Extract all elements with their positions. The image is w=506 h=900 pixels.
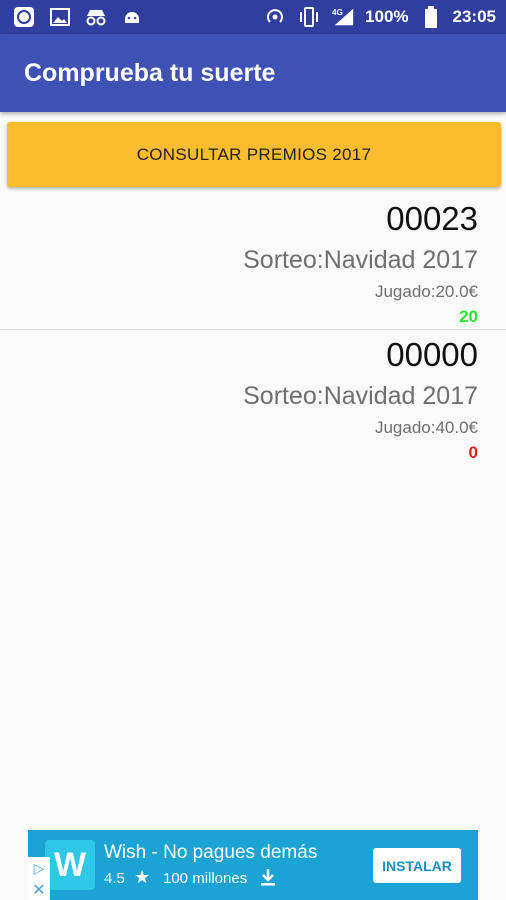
signal-icon: 4G: [331, 5, 355, 29]
star-icon: ★: [134, 867, 151, 887]
ad-banner[interactable]: W Wish - No pagues demás 4.5 ★ 100 millo…: [28, 830, 478, 900]
ticket-prize: 20: [459, 307, 478, 326]
ticket-prize: 0: [468, 443, 478, 462]
svg-text:4G: 4G: [332, 7, 343, 17]
ticket-draw: Sorteo:Navidad 2017: [243, 246, 478, 274]
ad-choices-icon[interactable]: ▷: [28, 857, 50, 879]
ticket-item[interactable]: 00000 Sorteo:Navidad 2017 Jugado:40.0€ 0: [0, 330, 506, 466]
ad-installs: 100 millones: [163, 870, 248, 887]
ticket-number: 00023: [386, 200, 478, 237]
hotspot-icon: [263, 5, 287, 29]
battery-icon: [419, 5, 443, 29]
install-button[interactable]: INSTALAR: [373, 848, 461, 883]
ticket-played: Jugado:40.0€: [374, 418, 478, 437]
vibrate-icon: [297, 5, 321, 29]
ticket-number: 00000: [386, 336, 478, 373]
download-icon: [260, 868, 276, 891]
wish-logo-icon: W: [45, 840, 95, 890]
app-title: Comprueba tu suerte: [24, 59, 276, 87]
app-bar: Comprueba tu suerte: [0, 34, 506, 112]
ticket-item[interactable]: 00023 Sorteo:Navidad 2017 Jugado:20.0€ 2…: [0, 194, 506, 330]
ticket-draw: Sorteo:Navidad 2017: [243, 382, 478, 410]
close-icon[interactable]: ✕: [28, 879, 50, 900]
status-bar: 4G 100% 23:05: [0, 0, 506, 34]
incognito-icon: [84, 5, 108, 29]
ticket-list: 00023 Sorteo:Navidad 2017 Jugado:20.0€ 2…: [0, 194, 506, 466]
android-icon: [120, 5, 144, 29]
ad-title: Wish - No pagues demás: [104, 842, 318, 863]
image-icon: [48, 5, 72, 29]
app-notification-icon: [12, 5, 36, 29]
clock: 23:05: [452, 7, 496, 26]
check-prizes-button[interactable]: CONSULTAR PREMIOS 2017: [7, 122, 501, 187]
ad-rating: 4.5: [104, 870, 125, 887]
ticket-played: Jugado:20.0€: [374, 282, 478, 301]
battery-percent: 100%: [365, 7, 409, 26]
